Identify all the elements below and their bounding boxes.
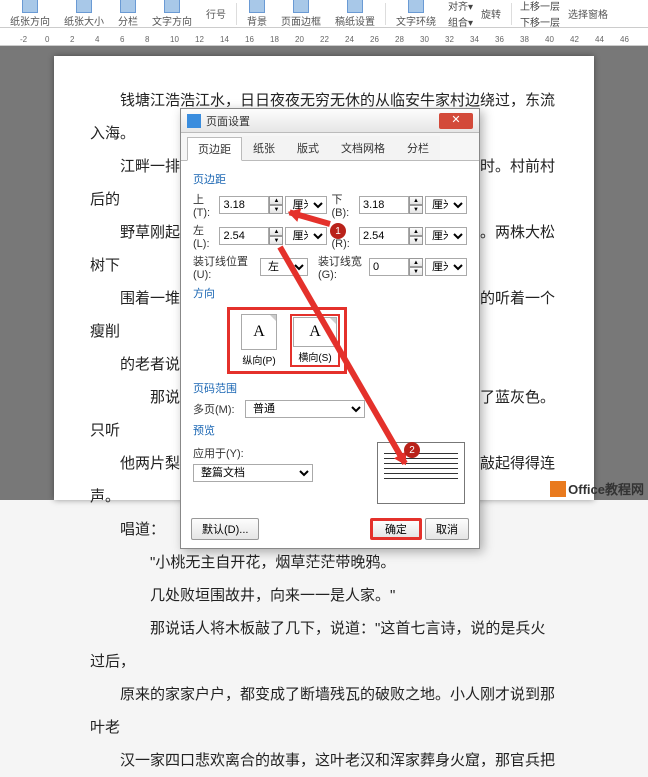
gutter-width-input[interactable] [369,258,409,276]
watermark: Office教程网 [550,479,644,498]
right-down[interactable]: ▼ [409,236,423,245]
ruler: -202468101214161820222426283032343638404… [0,28,648,46]
ribbon-send-backward[interactable]: 下移一层 [520,14,560,29]
text-line: "小桃无主自开花，烟草茫茫带晚鸦。 [90,546,558,579]
gw-down[interactable]: ▼ [409,267,423,276]
text-line: 原来的家家户户，都变成了断墙残瓦的破败之地。小人刚才说到那叶老 [90,678,558,744]
left-label: 左(L): [193,222,219,250]
orientation-portrait[interactable]: A 纵向(P) [234,314,284,367]
gutter-width-label: 装订线宽(G): [308,253,369,281]
wps-icon [187,114,201,128]
annotation-number-2: 2 [404,442,420,458]
preview-label: 预览 [193,422,467,438]
ribbon-columns[interactable]: 分栏 [112,0,144,28]
tab-columns[interactable]: 分栏 [396,136,440,160]
ok-button[interactable]: 确定 [370,518,422,540]
ribbon-selection-pane[interactable]: 选择窗格 [562,6,614,21]
ribbon-text-wrap[interactable]: 文字环绕 [390,0,442,28]
top-label: 上(T): [193,191,219,219]
ribbon-group[interactable]: 组合▾ [448,14,473,29]
apply-combo[interactable]: 整篇文档 [193,464,313,482]
right-input[interactable] [359,227,409,245]
preview-box [377,442,465,504]
top-up[interactable]: ▲ [269,196,283,205]
page-range-label: 页码范围 [193,380,467,396]
close-icon[interactable]: ✕ [439,113,473,129]
multi-combo[interactable]: 普通 [245,400,365,418]
dialog-title-text: 页面设置 [206,113,439,129]
bottom-unit[interactable]: 厘米 [425,196,467,214]
tab-layout[interactable]: 版式 [286,136,330,160]
gw-unit[interactable]: 厘米 [425,258,467,276]
tab-paper[interactable]: 纸张 [242,136,286,160]
office-logo-icon [550,481,566,497]
multi-label: 多页(M): [193,401,245,417]
gutter-pos-label: 装订线位置(U): [193,253,260,281]
ribbon-paper-orient[interactable]: 纸张方向 [4,0,56,28]
ribbon-line-no[interactable]: 行号 [200,6,232,21]
left-unit[interactable]: 厘米 [285,227,327,245]
left-input[interactable] [219,227,269,245]
apply-label: 应用于(Y): [193,445,253,461]
top-input[interactable] [219,196,269,214]
bottom-label: 下(B): [327,191,359,219]
ribbon-text-dir[interactable]: 文字方向 [146,0,198,28]
orientation-highlight: A 纵向(P) A 横向(S) [227,307,347,374]
right-unit[interactable]: 厘米 [425,227,467,245]
tab-margins[interactable]: 页边距 [187,137,242,161]
gw-up[interactable]: ▲ [409,258,423,267]
text-line: 那说话人将木板敲了几下，说道："这首七言诗，说的是兵火过后， [90,612,558,678]
left-down[interactable]: ▼ [269,236,283,245]
document-area: 钱塘江浩浩江水，日日夜夜无穷无休的从临安牛家村边绕过，东流入海。江畔一排数十株乌… [0,46,648,500]
ribbon: 纸张方向 纸张大小 分栏 文字方向 行号 背景 页面边框 稿纸设置 文字环绕 对… [0,0,648,28]
bottom-down[interactable]: ▼ [409,205,423,214]
ribbon-page-border[interactable]: 页面边框 [275,0,327,28]
bottom-input[interactable] [359,196,409,214]
annotation-number-1: 1 [330,223,346,239]
tab-grid[interactable]: 文档网格 [330,136,396,160]
orientation-label: 方向 [193,285,467,301]
ribbon-arrange-group: 对齐▾ 组合▾ [448,0,473,29]
top-down[interactable]: ▼ [269,205,283,214]
ribbon-background[interactable]: 背景 [241,0,273,28]
watermark-text: Office教程网 [568,479,644,498]
default-button[interactable]: 默认(D)... [191,518,259,540]
ribbon-draft[interactable]: 稿纸设置 [329,0,381,28]
ribbon-layer-group: 上移一层 下移一层 [520,0,560,29]
text-line: 汉一家四口悲欢离合的故事，这叶老汉和浑家葬身火窟，那官兵把 [90,744,558,777]
bottom-up[interactable]: ▲ [409,196,423,205]
margins-group-label: 页边距 [193,171,467,187]
right-up[interactable]: ▲ [409,227,423,236]
ribbon-align[interactable]: 对齐▾ [448,0,473,13]
left-up[interactable]: ▲ [269,227,283,236]
dialog-tabs: 页边距 纸张 版式 文档网格 分栏 [181,133,479,161]
ribbon-paper-size[interactable]: 纸张大小 [58,0,110,28]
ribbon-rotate[interactable]: 旋转 [475,6,507,21]
cancel-button[interactable]: 取消 [425,518,469,540]
text-line: 几处败垣围故井，向来一一是人家。" [90,579,558,612]
dialog-titlebar[interactable]: 页面设置 ✕ [181,109,479,133]
ribbon-bring-forward[interactable]: 上移一层 [520,0,560,13]
